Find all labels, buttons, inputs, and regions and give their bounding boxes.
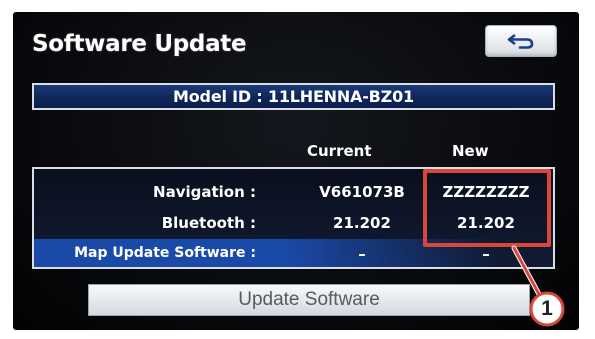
model-id-text: Model ID : 11LHENNA-BZ01 bbox=[173, 87, 414, 106]
callout-number: 1 bbox=[541, 297, 553, 320]
page-title: Software Update bbox=[32, 31, 247, 57]
current-version: V661073B bbox=[319, 183, 405, 201]
new-version-highlight bbox=[423, 169, 551, 247]
update-software-label: Update Software bbox=[238, 289, 380, 310]
column-header-current: Current bbox=[307, 142, 372, 160]
current-version: 21.202 bbox=[333, 214, 391, 232]
update-software-button[interactable]: Update Software bbox=[88, 284, 530, 316]
column-header-new: New bbox=[452, 142, 489, 160]
row-label: Navigation : bbox=[153, 183, 256, 201]
back-button[interactable] bbox=[485, 25, 557, 57]
new-version: – bbox=[482, 245, 490, 263]
return-arrow-icon bbox=[507, 33, 534, 49]
head-unit-screen: Software Update Model ID : 11LHENNA-BZ01… bbox=[13, 12, 579, 330]
row-label: Bluetooth : bbox=[161, 214, 256, 232]
model-id-bar: Model ID : 11LHENNA-BZ01 bbox=[32, 83, 555, 110]
current-version: – bbox=[358, 245, 366, 263]
row-label: Map Update Software : bbox=[74, 245, 256, 261]
